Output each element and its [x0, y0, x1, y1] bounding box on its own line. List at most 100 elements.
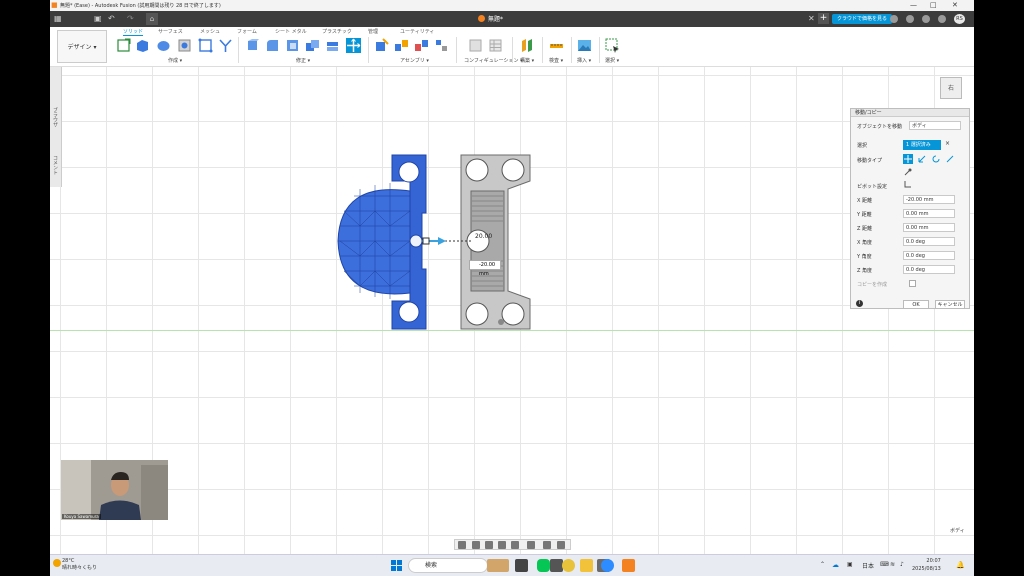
tab-surface[interactable]: サーフェス: [158, 28, 183, 35]
onedrive-icon[interactable]: ☁: [832, 561, 839, 569]
select-icon[interactable]: [605, 38, 620, 53]
save-icon[interactable]: ▣: [94, 14, 102, 23]
fusion-app-icon[interactable]: [622, 559, 635, 572]
tray-chevron-icon[interactable]: ⌃: [820, 561, 825, 568]
cancel-button[interactable]: キャンセル: [935, 300, 965, 309]
rectangular-pattern-icon[interactable]: [198, 38, 213, 53]
look-at-icon[interactable]: [472, 541, 480, 549]
notifications-icon[interactable]: [922, 15, 930, 23]
split-body-icon[interactable]: [325, 38, 340, 53]
new-tab-button[interactable]: +: [818, 13, 829, 24]
weather-widget[interactable]: 28°C 晴れ時々くもり: [62, 558, 97, 571]
viewport-canvas[interactable]: ブラウザ コメント 右 20.00 -20.00 mm 移動/コピー オブジェク…: [50, 67, 974, 554]
modify-group-label[interactable]: 修正 ▾: [296, 57, 310, 64]
ok-button[interactable]: OK: [903, 300, 929, 309]
tab-solid[interactable]: ソリッド: [123, 28, 144, 36]
volume-icon[interactable]: ♪: [900, 561, 904, 568]
file-explorer-icon[interactable]: [580, 559, 593, 572]
measure-icon[interactable]: [549, 38, 564, 53]
system-clock[interactable]: 20:07 2025/08/13: [912, 557, 941, 573]
insert-group-label[interactable]: 挿入 ▾: [577, 57, 591, 64]
viewcube[interactable]: 右: [940, 77, 962, 99]
tab-form[interactable]: フォーム: [237, 28, 257, 35]
move-copy-icon[interactable]: [346, 38, 361, 53]
tab-manage[interactable]: 管理: [368, 28, 378, 35]
model-view[interactable]: [330, 151, 540, 331]
insert-image-icon[interactable]: [577, 38, 592, 53]
tab-document[interactable]: 無題*: [470, 13, 511, 26]
pivot-icon[interactable]: [903, 167, 913, 177]
x-angle-input[interactable]: 0.0 deg: [903, 237, 955, 246]
user-avatar[interactable]: RS: [954, 14, 965, 24]
undo-icon[interactable]: ↶: [108, 14, 115, 23]
press-pull-icon[interactable]: [245, 38, 260, 53]
joint-origin-icon[interactable]: [434, 38, 449, 53]
set-pivot-icon[interactable]: [903, 179, 913, 189]
close-tab-icon[interactable]: ✕: [808, 14, 815, 23]
zoom-icon[interactable]: [498, 541, 506, 549]
tab-plastic[interactable]: プラスチック: [322, 28, 352, 35]
create-group-label[interactable]: 作成 ▾: [168, 57, 182, 64]
info-icon[interactable]: i: [856, 300, 863, 307]
y-angle-input[interactable]: 0.0 deg: [903, 251, 955, 260]
z-angle-input[interactable]: 0.0 deg: [903, 265, 955, 274]
pan-icon[interactable]: [485, 541, 493, 549]
free-move-icon[interactable]: [903, 154, 913, 164]
fit-icon[interactable]: [511, 541, 519, 549]
home-icon[interactable]: ⌂: [146, 13, 158, 25]
extensions-icon[interactable]: [890, 15, 898, 23]
wifi-icon[interactable]: ≋: [890, 561, 895, 568]
configuration-group-label[interactable]: コンフィギュレーション ▾: [464, 57, 523, 64]
minimize-icon[interactable]: —: [910, 1, 917, 9]
assembly-group-label[interactable]: アセンブリ ▾: [400, 57, 429, 64]
search-highlight-icon[interactable]: [487, 559, 509, 572]
rotate-icon[interactable]: [931, 154, 941, 164]
keyboard-icon[interactable]: ⌨: [880, 561, 889, 568]
zoom-app-icon[interactable]: [601, 559, 614, 572]
construct-group-label[interactable]: 構築 ▾: [520, 57, 534, 64]
grid-menu-icon[interactable]: ▦: [54, 14, 62, 23]
tab-utilities[interactable]: ユーティリティ: [400, 28, 434, 35]
fillet-icon[interactable]: [265, 38, 280, 53]
new-sketch-icon[interactable]: [116, 38, 131, 53]
config-table-icon[interactable]: [488, 38, 503, 53]
new-component-icon[interactable]: [374, 38, 389, 53]
clear-selection-icon[interactable]: ×: [945, 140, 950, 147]
tab-mesh[interactable]: メッシュ: [200, 28, 220, 35]
gray-body[interactable]: [460, 154, 531, 330]
blue-body[interactable]: [337, 154, 427, 330]
orbit-icon[interactable]: [458, 541, 466, 549]
inspect-group-label[interactable]: 検査 ▾: [549, 57, 563, 64]
taskbar-search[interactable]: 検索: [408, 558, 488, 573]
translate-icon[interactable]: [917, 154, 927, 164]
line-app-icon[interactable]: [537, 559, 550, 572]
weather-icon[interactable]: [53, 559, 61, 567]
object-select[interactable]: ボディ: [909, 121, 961, 130]
selection-button[interactable]: 1 選択済み: [903, 140, 941, 150]
as-built-joint-icon[interactable]: [414, 38, 429, 53]
close-icon[interactable]: ✕: [952, 1, 958, 9]
revolve-icon[interactable]: [156, 38, 171, 53]
redo-icon[interactable]: ↷: [127, 14, 134, 23]
browser-panel-collapsed[interactable]: ブラウザ コメント: [50, 67, 62, 187]
point-to-point-icon[interactable]: [945, 154, 955, 164]
maximize-icon[interactable]: □: [930, 1, 937, 9]
windows-start-icon[interactable]: [390, 559, 403, 572]
y-distance-input[interactable]: 0.00 mm: [903, 209, 955, 218]
cloud-price-button[interactable]: クラウドで価格を見る: [832, 14, 893, 24]
workspace-switcher[interactable]: デザイン ▾: [57, 30, 107, 63]
offset-plane-icon[interactable]: [520, 38, 535, 53]
form-icon[interactable]: [218, 38, 233, 53]
display-settings-icon[interactable]: [527, 541, 535, 549]
tab-sheet-metal[interactable]: シート メタル: [275, 28, 307, 35]
tray-app-icon[interactable]: ▣: [847, 561, 853, 568]
distance-input[interactable]: -20.00 mm: [469, 260, 501, 277]
chrome-icon[interactable]: [562, 559, 575, 572]
configure-icon[interactable]: [468, 38, 483, 53]
create-copy-checkbox[interactable]: [909, 280, 916, 287]
shell-icon[interactable]: [285, 38, 300, 53]
hole-icon[interactable]: [177, 38, 192, 53]
grid-settings-icon[interactable]: [543, 541, 551, 549]
select-group-label[interactable]: 選択 ▾: [605, 57, 619, 64]
z-distance-input[interactable]: 0.00 mm: [903, 223, 955, 232]
